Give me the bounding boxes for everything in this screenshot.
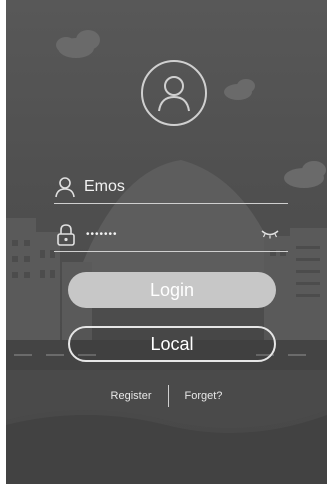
- password-underline: [54, 251, 288, 252]
- local-button[interactable]: Local: [68, 326, 276, 362]
- person-silhouette-icon: [158, 76, 190, 112]
- lock-icon: [54, 223, 78, 247]
- forget-password-link[interactable]: Forget?: [169, 390, 239, 402]
- user-icon: [54, 175, 76, 199]
- login-screen: ••••••• Login Local Register Forget?: [6, 0, 327, 484]
- eye-closed-icon[interactable]: [260, 226, 280, 242]
- login-button[interactable]: Login: [68, 272, 276, 308]
- username-input[interactable]: [84, 175, 291, 199]
- user-avatar-icon: [141, 60, 207, 126]
- footer-links: Register Forget?: [6, 384, 327, 408]
- register-link[interactable]: Register: [95, 390, 168, 402]
- username-field-row: [54, 174, 291, 200]
- password-field-row: •••••••: [54, 222, 288, 248]
- password-input[interactable]: •••••••: [86, 223, 288, 247]
- username-underline: [54, 203, 288, 204]
